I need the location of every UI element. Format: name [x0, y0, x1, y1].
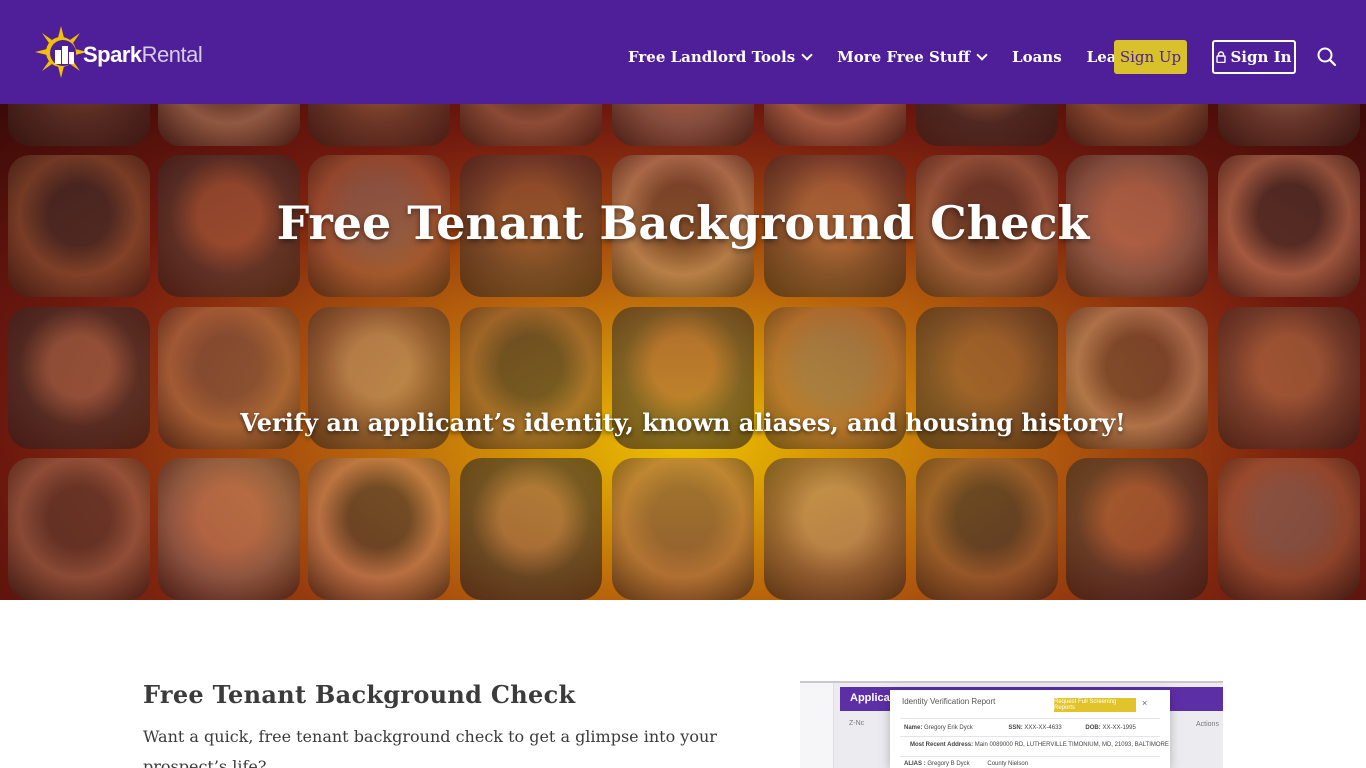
- sign-in-label: Sign In: [1230, 48, 1292, 66]
- site-header: SparkRental Free Landlord Tools More Fre…: [0, 0, 1366, 104]
- nav-item-loans[interactable]: Loans: [1012, 48, 1062, 66]
- divider: [900, 736, 1160, 737]
- address-label: Most Recent Address:: [910, 742, 974, 748]
- alias-label: ALIAS :: [904, 761, 926, 767]
- preview-alias-row: ALIAS : Gregory B Dyck County Nielson: [904, 761, 1028, 767]
- ssn-value: XXX-XX-4633: [1024, 725, 1062, 731]
- hero-overlay: [0, 104, 1366, 600]
- brand-name-part1: Spark: [83, 42, 142, 67]
- hero-subtitle: Verify an applicant’s identity, known al…: [240, 408, 1126, 437]
- hero-banner: Free Tenant Background Check Verify an a…: [0, 104, 1366, 600]
- preview-sidebar: [800, 683, 834, 768]
- divider: [900, 718, 1160, 719]
- name-label: Name:: [904, 725, 923, 731]
- preview-modal: Identity Verification Report Request Ful…: [890, 690, 1170, 768]
- nav-item-free-landlord-tools[interactable]: Free Landlord Tools: [628, 48, 813, 66]
- logo[interactable]: SparkRental: [33, 24, 218, 80]
- sun-house-logo-icon: [35, 26, 87, 78]
- nav-item-label: More Free Stuff: [837, 48, 971, 66]
- dob-label: DOB:: [1085, 725, 1101, 731]
- county-value: County Nielson: [987, 761, 1029, 767]
- section-heading: Free Tenant Background Check: [143, 680, 576, 709]
- section-body-text: Want a quick, free tenant background che…: [143, 727, 717, 768]
- name-value: Gregory Erik Dyck: [924, 725, 973, 731]
- divider: [900, 756, 1160, 757]
- nav-item-label: Loans: [1012, 48, 1062, 66]
- hero-title: Free Tenant Background Check: [276, 196, 1090, 250]
- brand-name: SparkRental: [83, 42, 203, 68]
- search-icon[interactable]: [1316, 46, 1338, 68]
- nav-item-more-free-stuff[interactable]: More Free Stuff: [837, 48, 988, 66]
- preview-close-icon: ×: [1142, 698, 1148, 708]
- preview-address-row: Most Recent Address: Main 0089000 RD, LU…: [910, 742, 1169, 748]
- dob-value: XX-XX-1995: [1102, 725, 1136, 731]
- chevron-down-icon: [976, 49, 988, 61]
- main-nav: Free Landlord Tools More Free Stuff Loan…: [628, 40, 1153, 74]
- brand-name-part2: Rental: [141, 42, 203, 67]
- preview-filter-label: Z-Nc: [849, 720, 865, 727]
- alias-value: Gregory B Dyck: [927, 761, 970, 767]
- nav-item-label: Free Landlord Tools: [628, 48, 796, 66]
- preview-modal-title: Identity Verification Report: [902, 697, 996, 706]
- chevron-down-icon: [801, 49, 813, 61]
- preview-request-button: Request Full Screening Reports: [1054, 698, 1136, 712]
- lock-icon: [1216, 51, 1227, 63]
- preview-name-row: Name: Gregory Erik Dyck SSN: XXX-XX-4633…: [904, 725, 1136, 731]
- sign-up-button[interactable]: Sign Up: [1114, 40, 1187, 74]
- sign-in-button[interactable]: Sign In: [1212, 40, 1296, 74]
- preview-actions-label: Actions: [1196, 721, 1219, 728]
- address-value: Main 0089000 RD, LUTHERVILLE TIMONIUM, M…: [974, 742, 1169, 748]
- ssn-label: SSN:: [1008, 725, 1023, 731]
